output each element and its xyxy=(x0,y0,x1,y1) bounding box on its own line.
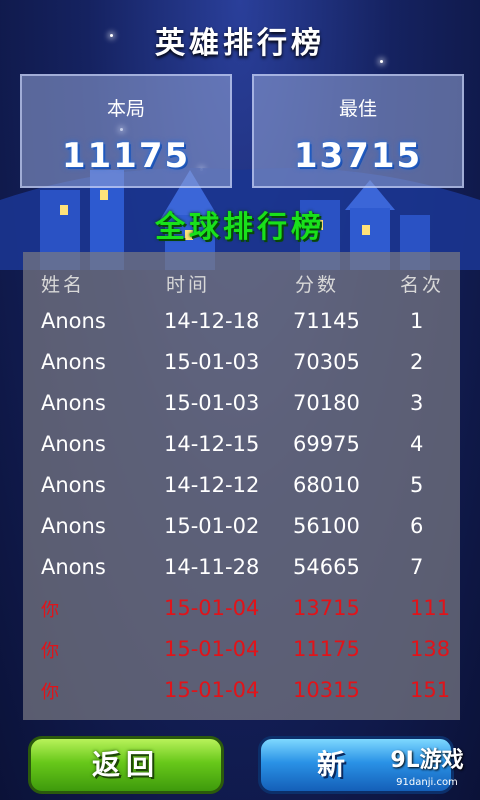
cell-score: 69975 xyxy=(293,432,360,456)
table-row: Anons 14-12-15 69975 4 xyxy=(23,432,460,472)
cell-score: 13715 xyxy=(293,596,360,620)
table-row: Anons 14-12-12 68010 5 xyxy=(23,473,460,513)
cell-name: Anons xyxy=(41,309,106,333)
cell-name: 你 xyxy=(41,641,59,662)
cell-rank: 138 xyxy=(410,637,451,661)
cell-name: Anons xyxy=(41,555,106,579)
cell-rank: 6 xyxy=(410,514,424,538)
current-score-value: 11175 xyxy=(61,136,191,176)
header-name: 姓名 xyxy=(41,274,86,296)
cell-score: 56100 xyxy=(293,514,360,538)
watermark-url: 91danji.com xyxy=(396,777,458,788)
cell-name: Anons xyxy=(41,473,106,497)
table-row-self: 你 15-01-04 10315 151 xyxy=(23,678,460,718)
header-time: 时间 xyxy=(166,274,211,296)
current-score-label: 本局 xyxy=(106,98,145,120)
cell-name: Anons xyxy=(41,350,106,374)
cell-score: 54665 xyxy=(293,555,360,579)
best-score-box: 最佳 13715 xyxy=(252,74,464,188)
cell-date: 15-01-02 xyxy=(164,514,260,538)
header-score: 分数 xyxy=(295,274,340,296)
current-score-box: 本局 11175 xyxy=(20,74,232,188)
cell-name: 你 xyxy=(41,682,59,703)
cell-score: 10315 xyxy=(293,678,360,702)
cell-date: 14-11-28 xyxy=(164,555,260,579)
cell-score: 68010 xyxy=(293,473,360,497)
cell-date: 15-01-03 xyxy=(164,391,260,415)
cell-rank: 1 xyxy=(410,309,424,333)
site-watermark: 9L游戏 91danji.com xyxy=(374,746,480,800)
cell-date: 15-01-04 xyxy=(164,678,260,702)
cell-name: Anons xyxy=(41,432,106,456)
cell-score: 70180 xyxy=(293,391,360,415)
cell-date: 15-01-03 xyxy=(164,350,260,374)
cell-date: 14-12-18 xyxy=(164,309,260,333)
back-button[interactable]: 返回 xyxy=(28,736,224,794)
cell-name: Anons xyxy=(41,391,106,415)
cell-score: 71145 xyxy=(293,309,360,333)
table-row: Anons 15-01-02 56100 6 xyxy=(23,514,460,554)
cell-rank: 7 xyxy=(410,555,424,579)
cell-score: 70305 xyxy=(293,350,360,374)
best-score-value: 13715 xyxy=(293,136,423,176)
table-row: Anons 15-01-03 70180 3 xyxy=(23,391,460,431)
watermark-logo: 9L游戏 xyxy=(390,748,464,773)
table-row: Anons 15-01-03 70305 2 xyxy=(23,350,460,390)
cell-rank: 2 xyxy=(410,350,424,374)
header-rank: 名次 xyxy=(400,274,445,296)
cell-rank: 111 xyxy=(410,596,451,620)
cell-name: Anons xyxy=(41,514,106,538)
page-title: 英雄排行榜 xyxy=(155,26,325,61)
cell-name: 你 xyxy=(41,600,59,621)
cell-rank: 3 xyxy=(410,391,424,415)
cell-rank: 4 xyxy=(410,432,424,456)
cell-score: 11175 xyxy=(293,637,360,661)
cell-rank: 151 xyxy=(410,678,451,702)
table-row: Anons 14-12-18 71145 1 xyxy=(23,309,460,349)
table-row-self: 你 15-01-04 11175 138 xyxy=(23,637,460,677)
cell-rank: 5 xyxy=(410,473,424,497)
cell-date: 14-12-12 xyxy=(164,473,260,497)
cell-date: 14-12-15 xyxy=(164,432,260,456)
leaderboard-table: 姓名 时间 分数 名次 Anons 14-12-18 71145 1 Anons… xyxy=(23,252,460,720)
table-row-self: 你 15-01-04 13715 111 xyxy=(23,596,460,636)
global-leaderboard-title: 全球排行榜 xyxy=(155,210,325,245)
cell-date: 15-01-04 xyxy=(164,596,260,620)
best-score-label: 最佳 xyxy=(338,98,377,120)
table-row: Anons 14-11-28 54665 7 xyxy=(23,555,460,595)
cell-date: 15-01-04 xyxy=(164,637,260,661)
